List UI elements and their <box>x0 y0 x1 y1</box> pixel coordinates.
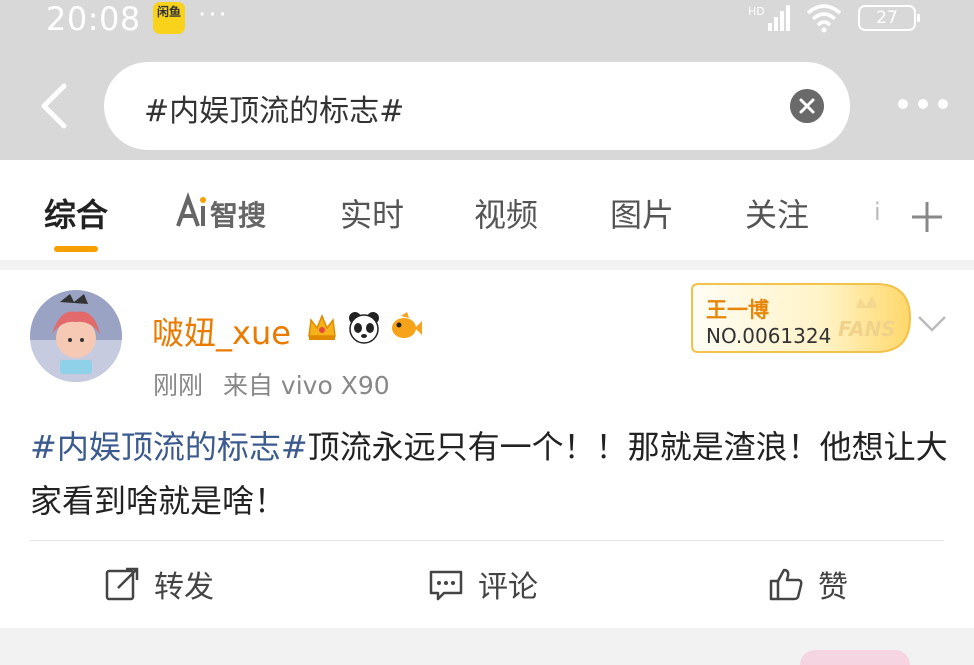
post-body: #内娱顶流的标志#顶流永远只有一个！！那就是渣浪！他想让大家看到啥就是啥！ <box>30 420 950 528</box>
chevron-down-icon[interactable] <box>916 314 948 334</box>
like-button[interactable]: 赞 <box>768 562 848 606</box>
search-query: #内娱顶流的标志# <box>144 94 405 129</box>
app-notification-icon: 闲鱼 <box>153 2 185 34</box>
search-tabs: 综合 智搜 实时 视频 图片 关注 i <box>0 160 974 260</box>
tab-following[interactable]: 关注 <box>745 190 809 236</box>
tab-overflow: i <box>874 198 881 226</box>
comment-label: 评论 <box>478 570 538 605</box>
svg-text:智搜: 智搜 <box>210 199 266 232</box>
status-dots: ··· <box>198 0 229 30</box>
fish-icon[interactable] <box>389 310 423 344</box>
fans-badge[interactable]: FANS 王一博 NO.0061324 <box>688 280 914 356</box>
user-badges <box>305 310 423 344</box>
plus-icon[interactable] <box>906 196 948 238</box>
tab-realtime[interactable]: 实时 <box>340 190 404 236</box>
back-arrow-icon[interactable] <box>36 82 72 130</box>
fans-badge-number: NO.0061324 <box>706 324 832 348</box>
status-time: 20:08 <box>46 0 141 38</box>
repost-label: 转发 <box>154 570 214 605</box>
status-right: HD 27 <box>748 3 920 33</box>
top-header: 20:08 闲鱼 ··· HD 27 #内娱顶流的标志# <box>0 0 974 160</box>
repost-icon <box>105 567 139 601</box>
clear-icon[interactable] <box>790 89 824 123</box>
tab-video[interactable]: 视频 <box>474 190 538 236</box>
avatar[interactable] <box>30 290 122 382</box>
post-time: 刚刚 <box>153 371 204 400</box>
post-meta: 刚刚 来自 vivo X90 <box>153 366 390 402</box>
divider <box>30 540 944 541</box>
thumbs-up-icon <box>769 568 803 601</box>
panda-icon[interactable] <box>347 310 381 344</box>
svg-text:HD: HD <box>748 5 765 18</box>
more-options-icon[interactable] <box>896 86 950 122</box>
search-input[interactable]: #内娱顶流的标志# <box>104 62 850 150</box>
wifi-icon <box>806 4 842 33</box>
svg-text:FANS: FANS <box>838 317 896 341</box>
battery-icon: 27 <box>858 5 920 31</box>
post-source: 来自 vivo X90 <box>222 371 390 400</box>
username[interactable]: 啵妞_xue <box>152 308 291 354</box>
crown-badge-icon[interactable] <box>305 310 339 344</box>
tab-ai-search[interactable]: 智搜 <box>176 192 280 232</box>
tab-comprehensive[interactable]: 综合 <box>44 190 108 236</box>
repost-button[interactable]: 转发 <box>104 562 214 606</box>
comment-icon <box>429 570 463 601</box>
like-label: 赞 <box>818 570 848 605</box>
signal-icon: HD <box>748 5 790 31</box>
decoration-sticker <box>800 650 910 665</box>
tab-active-indicator <box>54 246 98 252</box>
fans-badge-name: 王一博 <box>706 298 769 322</box>
section-gap <box>0 260 974 270</box>
tab-images[interactable]: 图片 <box>610 190 674 236</box>
post-hashtag[interactable]: #内娱顶流的标志# <box>30 428 308 466</box>
post-card[interactable]: 啵妞_xue 刚刚 来自 vivo X90 FANS 王一博 NO.006132… <box>0 270 974 628</box>
comment-button[interactable]: 评论 <box>428 562 538 606</box>
